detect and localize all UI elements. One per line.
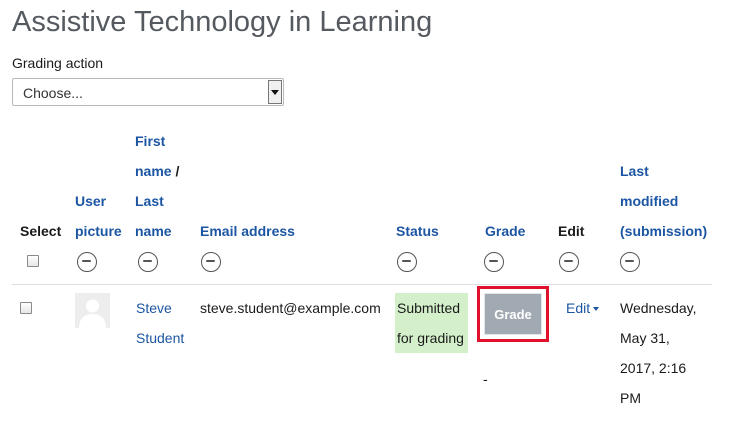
header-user-picture-line: User: [75, 193, 107, 209]
user-silhouette-icon: [79, 299, 106, 328]
status-line: Submitted: [397, 300, 461, 316]
caret-down-icon: [593, 307, 600, 312]
select-all-checkbox[interactable]: [27, 255, 39, 267]
row-select-checkbox[interactable]: [20, 302, 32, 314]
status-line: for grading: [397, 330, 464, 346]
header-select: Select: [20, 223, 62, 239]
collapse-email-icon[interactable]: [201, 252, 221, 272]
last-modified-line: 2017, 2:16: [620, 360, 687, 376]
sort-last-name-link-2[interactable]: name: [135, 216, 179, 246]
student-last-name: Student: [136, 330, 185, 346]
last-modified-line: PM: [620, 390, 641, 406]
grade-button[interactable]: Grade: [484, 293, 542, 335]
sort-first-name-link[interactable]: First: [135, 126, 179, 156]
header-user-picture[interactable]: User picture: [75, 186, 122, 246]
header-grade[interactable]: Grade: [485, 216, 525, 246]
status-badge: Submitted for grading: [395, 293, 468, 353]
header-last-modified-line: modified: [620, 193, 679, 209]
header-edit: Edit: [558, 223, 585, 239]
sort-last-name-link[interactable]: Last: [135, 186, 179, 216]
grade-button-highlight: Grade: [477, 286, 549, 342]
collapse-user-picture-icon[interactable]: [77, 252, 97, 272]
grading-action-select[interactable]: Choose...: [12, 78, 284, 106]
student-first-name: Steve: [136, 300, 172, 316]
header-last-modified[interactable]: Last modified (submission): [620, 156, 707, 246]
name-separator: /: [171, 163, 180, 179]
header-last-modified-line: Last: [620, 163, 649, 179]
collapse-last-modified-icon[interactable]: [620, 252, 640, 272]
table-divider: [12, 284, 712, 285]
grading-action-label: Grading action: [12, 55, 104, 71]
page-title: Assistive Technology in Learning: [12, 6, 433, 38]
collapse-grade-icon[interactable]: [484, 252, 504, 272]
chevron-down-icon[interactable]: [268, 80, 282, 104]
header-last-modified-line: (submission): [620, 223, 708, 239]
header-user-picture-line: picture: [75, 223, 122, 239]
sort-first-name-link-2[interactable]: name: [135, 163, 172, 179]
header-email[interactable]: Email address: [200, 216, 295, 246]
header-status[interactable]: Status: [396, 216, 439, 246]
header-name: First name / Last name: [135, 126, 179, 246]
student-name-link[interactable]: Steve Student: [136, 293, 184, 353]
header-first-name-row: name /: [135, 156, 179, 186]
last-modified-value: Wednesday, May 31, 2017, 2:16 PM: [620, 293, 697, 413]
last-modified-line: Wednesday,: [620, 300, 697, 316]
avatar[interactable]: [75, 293, 110, 328]
last-modified-line: May 31,: [620, 330, 670, 346]
student-email: steve.student@example.com: [200, 300, 381, 316]
collapse-edit-icon[interactable]: [559, 252, 579, 272]
grade-value: -: [483, 371, 488, 387]
collapse-name-icon[interactable]: [138, 252, 158, 272]
grading-action-selected: Choose...: [23, 85, 83, 101]
edit-menu[interactable]: Edit: [566, 293, 600, 323]
edit-menu-label: Edit: [566, 300, 591, 316]
collapse-status-icon[interactable]: [397, 252, 417, 272]
